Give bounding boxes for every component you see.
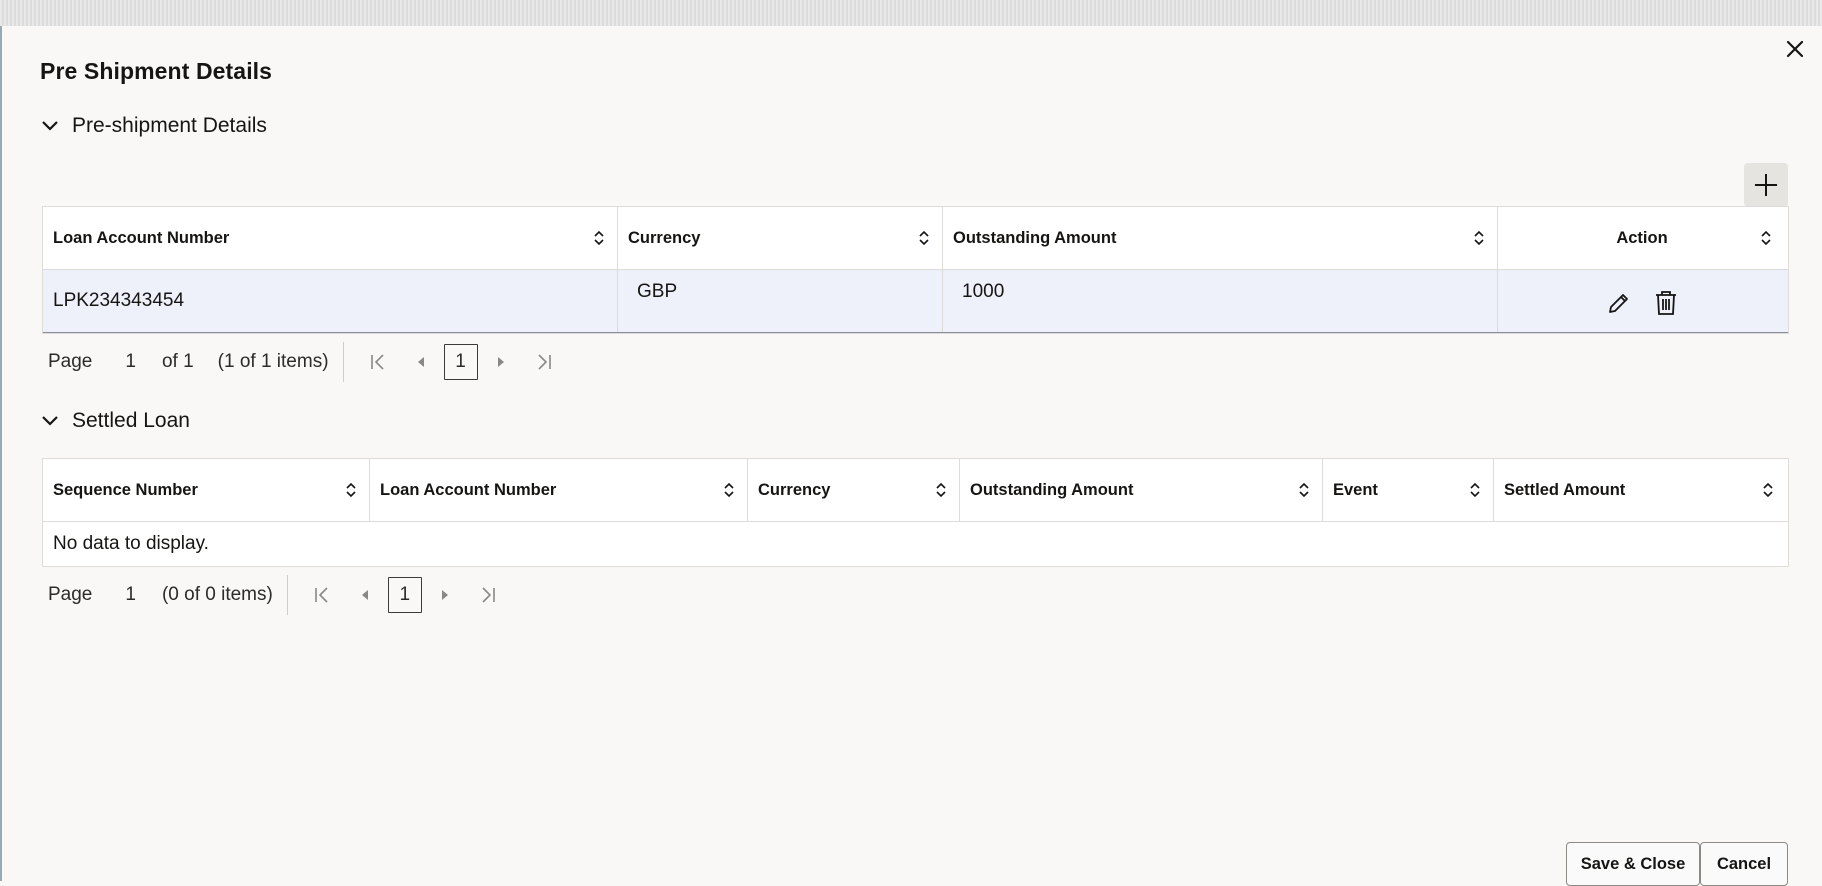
chevron-down-icon: [42, 416, 58, 426]
empty-table-message: No data to display.: [43, 522, 1788, 566]
table-row[interactable]: LPK234343454 GBP 1000: [43, 270, 1788, 333]
background-window-strip: [0, 0, 1822, 27]
page-input[interactable]: 1: [125, 351, 136, 373]
column-header-action[interactable]: Action: [1498, 207, 1786, 269]
trash-icon[interactable]: [1654, 290, 1678, 316]
cancel-button[interactable]: Cancel: [1700, 842, 1788, 886]
preshipment-section-title: Pre-shipment Details: [72, 114, 267, 137]
last-page-icon[interactable]: [478, 585, 498, 605]
column-header-currency[interactable]: Currency: [618, 207, 943, 269]
pencil-icon[interactable]: [1606, 290, 1632, 316]
table-header: Loan Account Number Currency Outstanding…: [43, 207, 1788, 270]
save-close-button[interactable]: Save & Close: [1566, 842, 1700, 886]
page-label: Page: [48, 351, 93, 372]
column-header-loan-account[interactable]: Loan Account Number: [43, 207, 618, 269]
column-header-settled-amount[interactable]: Settled Amount: [1494, 459, 1786, 521]
sort-icon[interactable]: [1760, 480, 1776, 500]
settled-loan-section-toggle[interactable]: Settled Loan: [40, 406, 190, 436]
items-count: (0 of 0 items): [161, 584, 273, 605]
column-label: Currency: [628, 228, 701, 247]
current-page-button[interactable]: 1: [443, 344, 478, 380]
page-count: of 1: [161, 351, 194, 372]
sort-icon[interactable]: [1471, 228, 1487, 248]
sort-icon[interactable]: [933, 480, 949, 500]
loan-account-cell: LPK234343454: [43, 270, 618, 332]
next-page-icon[interactable]: [435, 585, 455, 605]
chevron-down-icon: [42, 121, 58, 131]
currency-cell: GBP: [618, 270, 943, 332]
outstanding-amount-cell: 1000: [943, 270, 1498, 332]
next-page-icon[interactable]: [491, 352, 511, 372]
column-label: Loan Account Number: [380, 480, 557, 499]
pager-divider: [286, 575, 288, 615]
plus-icon: [1755, 174, 1777, 196]
column-header-sequence-number[interactable]: Sequence Number: [43, 459, 370, 521]
pager-divider: [342, 342, 344, 382]
column-header-event[interactable]: Event: [1323, 459, 1494, 521]
close-icon: [1786, 40, 1804, 58]
page-label: Page: [48, 584, 93, 605]
first-page-icon[interactable]: [368, 352, 388, 372]
column-header-outstanding-amount[interactable]: Outstanding Amount: [960, 459, 1323, 521]
add-row-button[interactable]: [1744, 163, 1788, 207]
action-cell: [1498, 270, 1786, 332]
previous-page-icon[interactable]: [411, 352, 431, 372]
first-page-icon[interactable]: [312, 585, 332, 605]
preshipment-pagination: Page 1 of 1 (1 of 1 items) 1: [42, 342, 554, 382]
settled-loan-pagination: Page 1 (0 of 0 items) 1: [42, 575, 498, 615]
column-label: Outstanding Amount: [970, 480, 1134, 499]
table-header: Sequence Number Loan Account Number Curr…: [43, 459, 1788, 522]
column-label: Settled Amount: [1504, 480, 1626, 499]
column-label: Sequence Number: [53, 480, 198, 499]
column-label: Outstanding Amount: [953, 228, 1117, 247]
sort-icon[interactable]: [916, 228, 932, 248]
sort-icon[interactable]: [721, 480, 737, 500]
settled-loan-table: Sequence Number Loan Account Number Curr…: [42, 458, 1789, 567]
column-label: Currency: [758, 480, 831, 499]
column-header-currency[interactable]: Currency: [748, 459, 960, 521]
last-page-icon[interactable]: [534, 352, 554, 372]
sort-icon[interactable]: [591, 228, 607, 248]
sort-icon[interactable]: [343, 480, 359, 500]
current-page-button[interactable]: 1: [387, 577, 422, 613]
pre-shipment-dialog: Pre Shipment Details Pre-shipment Detail…: [2, 26, 1822, 886]
column-header-outstanding-amount[interactable]: Outstanding Amount: [943, 207, 1498, 269]
column-label: Event: [1333, 480, 1378, 499]
settled-loan-section-title: Settled Loan: [72, 409, 190, 432]
previous-page-icon[interactable]: [355, 585, 375, 605]
column-header-loan-account[interactable]: Loan Account Number: [370, 459, 748, 521]
column-label: Loan Account Number: [53, 228, 230, 247]
items-count: (1 of 1 items): [217, 351, 329, 372]
dialog-title: Pre Shipment Details: [40, 58, 273, 84]
close-button[interactable]: [1781, 35, 1809, 63]
preshipment-table: Loan Account Number Currency Outstanding…: [42, 206, 1789, 334]
sort-icon[interactable]: [1758, 228, 1774, 248]
sort-icon[interactable]: [1467, 480, 1483, 500]
preshipment-section-toggle[interactable]: Pre-shipment Details: [40, 111, 267, 141]
column-label: Action: [1616, 228, 1668, 247]
page-input[interactable]: 1: [125, 584, 136, 606]
sort-icon[interactable]: [1296, 480, 1312, 500]
